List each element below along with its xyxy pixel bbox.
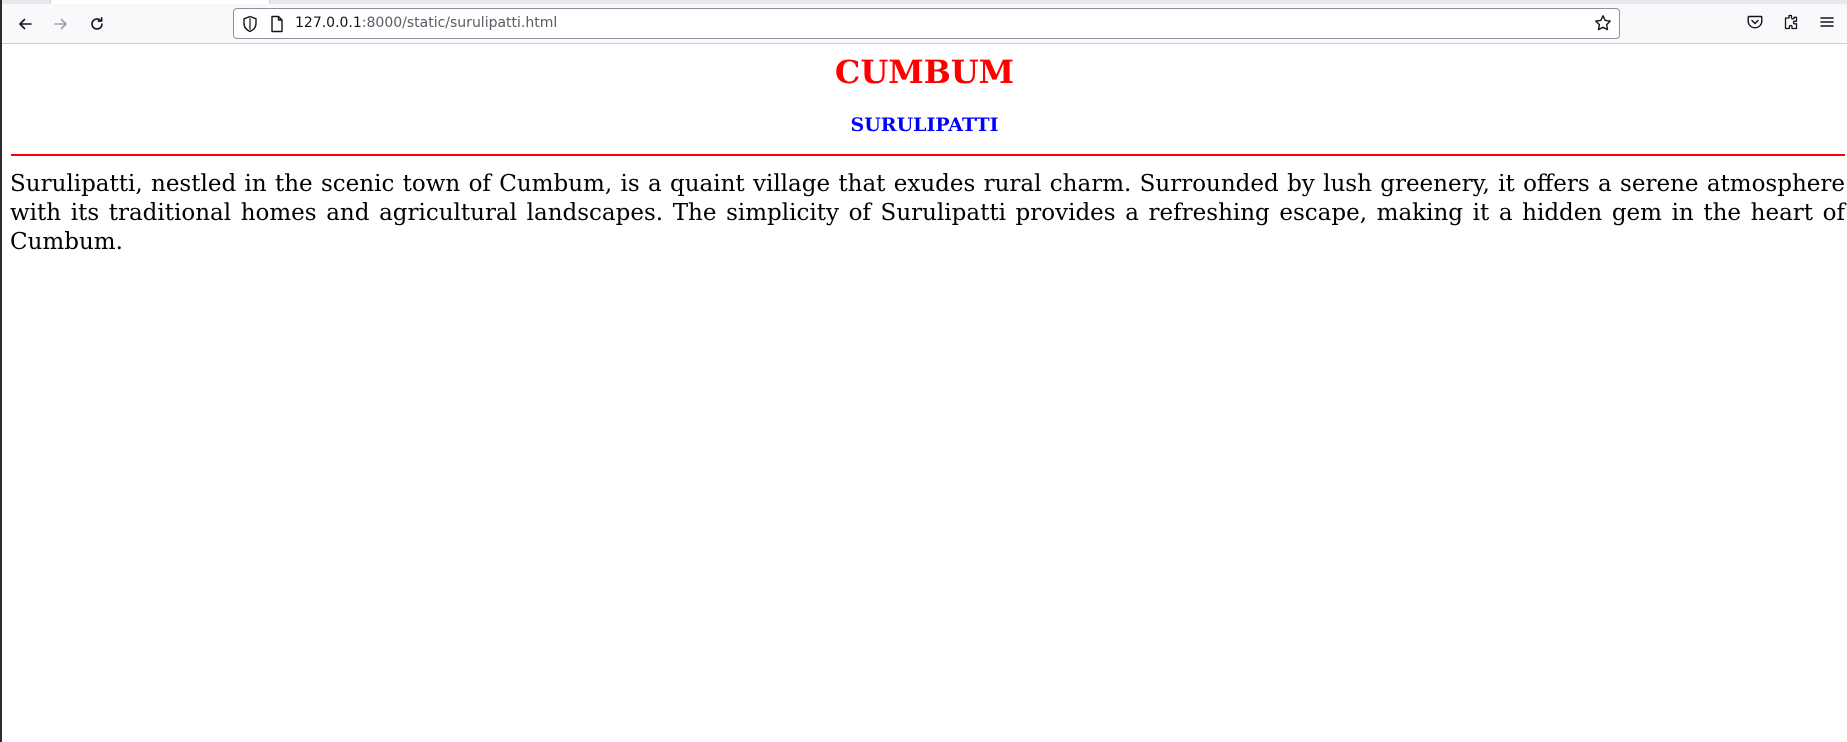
reload-button[interactable] [81, 8, 113, 40]
page-title: CUMBUM [834, 53, 1015, 91]
shield-icon[interactable] [242, 15, 258, 37]
star-icon[interactable] [1594, 14, 1612, 36]
extensions-button[interactable] [1775, 8, 1807, 40]
pocket-button[interactable] [1739, 8, 1771, 40]
url-text[interactable]: 127.0.0.1:8000/static/surulipatti.html [295, 9, 557, 38]
address-bar[interactable]: 127.0.0.1:8000/static/surulipatti.html [233, 8, 1620, 39]
forward-button[interactable] [45, 8, 77, 40]
url-host: 127.0.0.1 [295, 15, 362, 31]
menu-button[interactable] [1811, 8, 1843, 40]
divider [11, 154, 1845, 156]
arrow-right-icon [53, 16, 69, 32]
url-path: :8000/static/surulipatti.html [361, 15, 558, 31]
browser-toolbar: 127.0.0.1:8000/static/surulipatti.html [0, 4, 1847, 44]
description-paragraph: Surulipatti, nestled in the scenic town … [10, 171, 1845, 255]
window-edge [0, 0, 2, 742]
arrow-left-icon [17, 16, 33, 32]
page-subtitle: SURULIPATTI [850, 114, 999, 136]
back-button[interactable] [9, 8, 41, 40]
page-content: CUMBUM SURULIPATTI Surulipatti, nestled … [2, 44, 1847, 742]
page-icon[interactable] [270, 15, 284, 37]
reload-icon [89, 16, 105, 32]
pocket-icon [1747, 14, 1763, 34]
puzzle-icon [1783, 14, 1799, 34]
hamburger-menu-icon [1819, 14, 1835, 34]
